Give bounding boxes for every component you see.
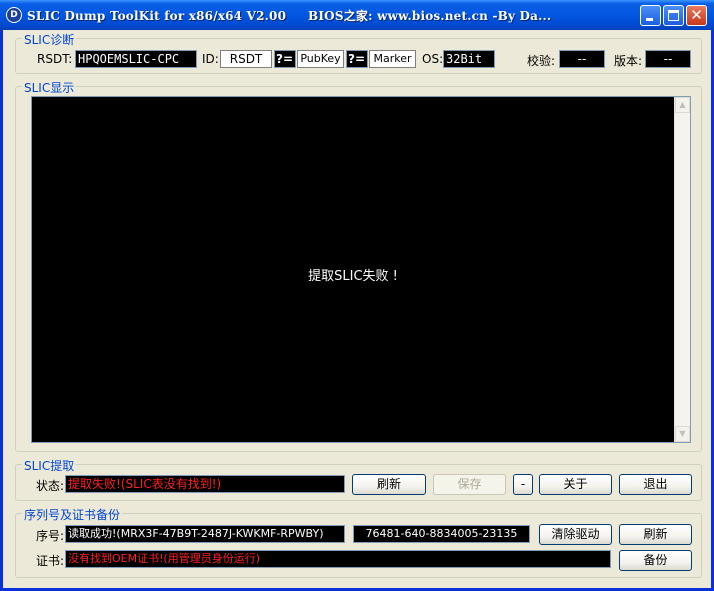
id-label: ID: xyxy=(202,52,219,66)
clear-driver-button[interactable]: 清除驱动 xyxy=(539,524,612,545)
vertical-scrollbar[interactable]: ▲ ▼ xyxy=(674,97,690,442)
about-button[interactable]: 关于 xyxy=(539,474,612,495)
slic-display-message: 提取SLIC失败 ! xyxy=(308,269,398,284)
close-icon: ✕ xyxy=(690,6,703,24)
id-value: RSDT xyxy=(220,50,272,68)
minimize-icon xyxy=(646,18,653,21)
version-label: 版本: xyxy=(614,54,643,68)
checksum-value: -- xyxy=(559,50,605,68)
cert-label: 证书: xyxy=(36,554,65,568)
cert-value: 没有找到OEM证书!(用管理员身份运行) xyxy=(65,550,611,568)
marker-value: Marker xyxy=(369,50,416,68)
slic-extract-legend: SLIC提取 xyxy=(22,457,77,474)
window-title-main: SLIC Dump ToolKit for x86/x64 V2.00 xyxy=(27,9,287,23)
pubkey-value: PubKey xyxy=(297,50,344,68)
backup-button[interactable]: 备份 xyxy=(619,550,692,571)
version-value: -- xyxy=(645,50,691,68)
exit-button[interactable]: 退出 xyxy=(619,474,692,495)
slic-display-legend: SLIC显示 xyxy=(22,79,77,96)
window-title-suffix: BIOS之家: www.bios.net.cn -By Da... xyxy=(308,9,552,23)
maximize-icon xyxy=(668,10,679,21)
serial-cert-group: 序列号及证书备份 xyxy=(15,506,702,578)
serial-cert-legend: 序列号及证书备份 xyxy=(22,506,123,523)
rsdt-value: HPQOEMSLIC-CPC xyxy=(75,50,197,68)
slic-display-area[interactable]: 提取SLIC失败 ! ▲ ▼ xyxy=(31,96,691,443)
checksum-label: 校验: xyxy=(527,54,556,68)
scroll-up-button[interactable]: ▲ xyxy=(675,97,690,113)
id-match-indicator: ?= xyxy=(274,50,296,68)
app-icon[interactable]: D xyxy=(6,7,22,23)
chevron-up-icon: ▲ xyxy=(679,100,686,109)
extract-refresh-button[interactable]: 刷新 xyxy=(352,474,426,495)
chevron-down-icon: ▼ xyxy=(679,429,686,438)
status-value: 提取失败!(SLIC表没有找到!) xyxy=(65,475,345,493)
os-value: 32Bit xyxy=(443,50,495,68)
slic-diag-legend: SLIC诊断 xyxy=(22,31,77,48)
save-button[interactable]: 保存 xyxy=(433,474,506,495)
window-title: SLIC Dump ToolKit for x86/x64 V2.00 BIOS… xyxy=(27,7,551,24)
serial-value: 读取成功!(MRX3F-47B9T-2487J-KWKMF-RPWBY) xyxy=(65,525,345,543)
pubkey-match-indicator: ?= xyxy=(346,50,368,68)
product-id-value: 76481-640-8834005-23135 xyxy=(353,525,530,543)
dash-button[interactable]: - xyxy=(513,474,533,495)
close-button[interactable]: ✕ xyxy=(686,5,707,26)
rsdt-label: RSDT: xyxy=(37,52,73,66)
serial-label: 序号: xyxy=(36,529,65,543)
title-bar[interactable]: D SLIC Dump ToolKit for x86/x64 V2.00 BI… xyxy=(0,0,714,30)
serial-refresh-button[interactable]: 刷新 xyxy=(619,524,692,545)
scroll-down-button[interactable]: ▼ xyxy=(675,426,690,442)
status-label: 状态: xyxy=(36,479,65,493)
main-window: D SLIC Dump ToolKit for x86/x64 V2.00 BI… xyxy=(0,0,714,591)
os-label: OS: xyxy=(422,52,444,66)
minimize-button[interactable] xyxy=(640,5,661,26)
maximize-button[interactable] xyxy=(663,5,684,26)
